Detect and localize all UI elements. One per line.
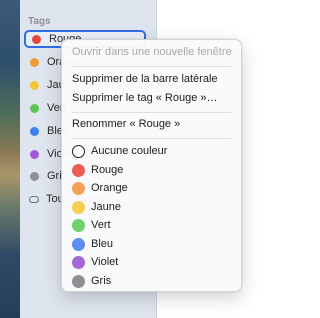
menu-color-none[interactable]: Aucune couleur	[72, 142, 233, 160]
blue-swatch-icon	[72, 237, 85, 251]
yellow-tag-dot-icon	[30, 80, 39, 90]
menu-separator	[72, 138, 231, 139]
gray-tag-dot-icon	[30, 171, 39, 181]
menu-color-blue[interactable]: Bleu	[72, 235, 233, 253]
blue-tag-dot-icon	[30, 126, 39, 136]
yellow-swatch-icon	[72, 200, 85, 214]
orange-swatch-icon	[72, 181, 85, 195]
menu-color-green[interactable]: Vert	[72, 216, 233, 234]
tag-context-menu: Ouvrir dans une nouvelle fenêtre Supprim…	[61, 39, 242, 292]
menu-color-label: Vert	[91, 219, 111, 231]
menu-color-gray[interactable]: Gris	[72, 272, 233, 290]
tags-section-header: Tags	[28, 16, 51, 27]
menu-color-label: Aucune couleur	[91, 145, 168, 157]
purple-swatch-icon	[72, 255, 85, 269]
menu-item-remove-from-sidebar[interactable]: Supprimer de la barre latérale	[72, 70, 233, 88]
menu-color-label: Gris	[91, 275, 112, 287]
menu-color-red[interactable]: Rouge	[72, 161, 233, 179]
all-tags-icon	[29, 195, 39, 203]
menu-item-rename-tag[interactable]: Renommer « Rouge »	[72, 115, 233, 133]
red-tag-dot-icon	[32, 34, 41, 44]
no-color-circle-icon	[72, 144, 85, 158]
gray-swatch-icon	[72, 274, 85, 288]
desktop-wallpaper	[0, 0, 20, 318]
menu-item-open-new-window: Ouvrir dans une nouvelle fenêtre	[72, 46, 232, 58]
green-tag-dot-icon	[30, 103, 39, 113]
menu-separator	[72, 112, 231, 113]
red-swatch-icon	[72, 163, 85, 177]
menu-color-label: Rouge	[91, 164, 124, 176]
menu-color-label: Orange	[91, 182, 128, 194]
menu-color-label: Bleu	[91, 238, 114, 250]
purple-tag-dot-icon	[30, 149, 39, 159]
green-swatch-icon	[72, 218, 85, 232]
menu-color-yellow[interactable]: Jaune	[72, 198, 233, 216]
menu-color-orange[interactable]: Orange	[72, 179, 233, 197]
menu-color-label: Violet	[91, 256, 119, 268]
menu-color-purple[interactable]: Violet	[72, 253, 233, 271]
menu-color-label: Jaune	[91, 201, 121, 213]
menu-separator	[72, 66, 231, 67]
menu-item-delete-tag[interactable]: Supprimer le tag « Rouge »…	[72, 89, 233, 107]
orange-tag-dot-icon	[30, 57, 39, 67]
